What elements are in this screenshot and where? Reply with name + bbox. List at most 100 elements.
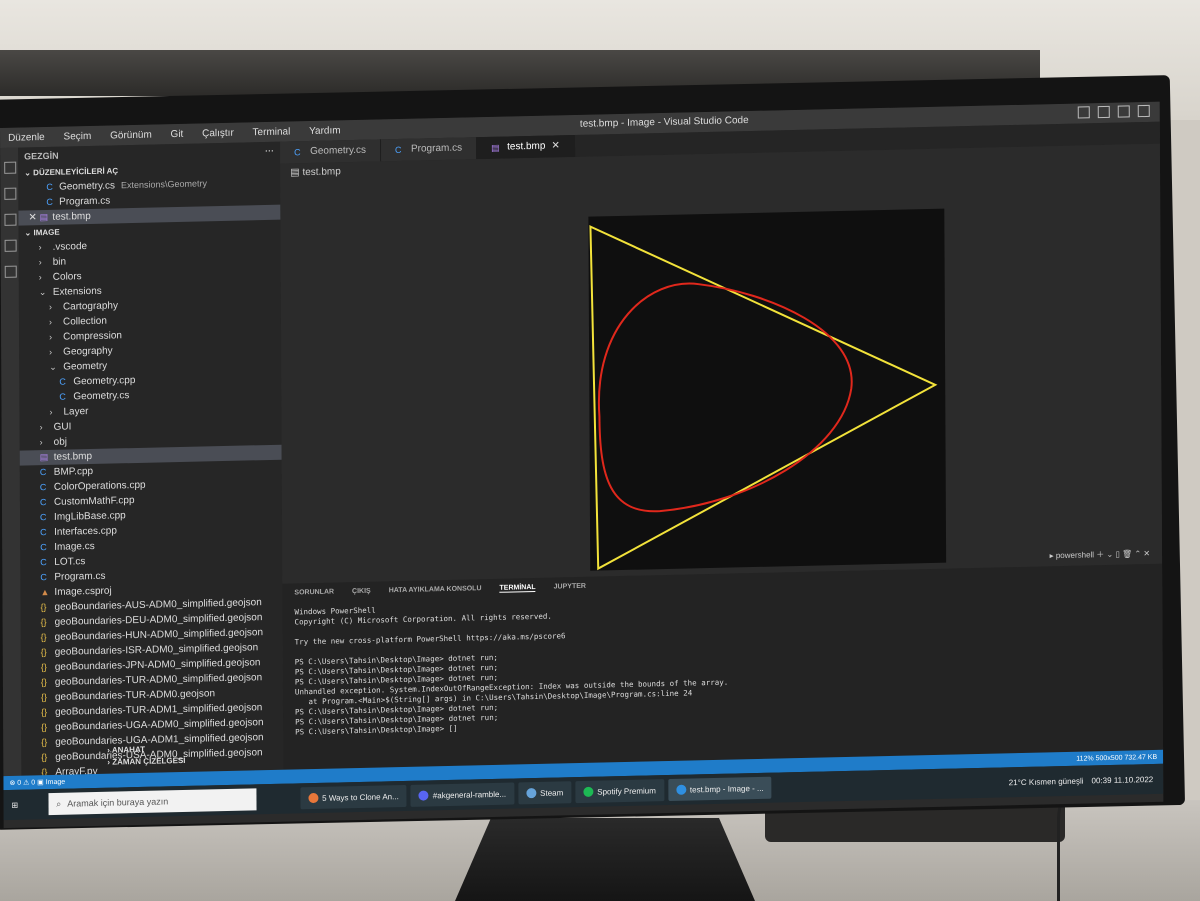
close-icon[interactable]: ✕ [28, 212, 36, 223]
tree-item-label: Geometry [63, 360, 108, 373]
taskbar-app-label: #akgeneral-ramble... [432, 789, 507, 800]
tree-item-label: Image.csproj [54, 585, 112, 598]
tree-item-label: Extensions [52, 285, 102, 298]
menu-item[interactable]: Terminal [253, 126, 291, 138]
terminal-output[interactable]: Windows PowerShell Copyright (C) Microsof… [282, 584, 1162, 742]
tab-output[interactable]: ÇIKIŞ [352, 588, 371, 596]
csharp-icon: C [46, 196, 53, 207]
json-file-icon: {} [40, 617, 47, 628]
taskbar-app-label: test.bmp - Image - ... [689, 783, 764, 795]
chevron-icon: ⌄ [38, 286, 47, 298]
chevron-icon: › [48, 316, 53, 327]
tree-item-label: ImgLibBase.cpp [54, 510, 126, 523]
taskbar-app-button[interactable]: #akgeneral-ramble... [410, 782, 515, 807]
bottom-panel: ▸ powershell ＋ ⌄ ▯ 🗑 ⌃ ✕ SORUNLAR ÇIKIŞ … [282, 549, 1164, 770]
json-file-icon: {} [41, 737, 48, 748]
taskbar-app-label: Steam [540, 787, 564, 798]
tab-jupyter[interactable]: JUPYTER [554, 583, 586, 592]
source-control-icon[interactable] [4, 213, 17, 226]
csharp-icon: C [59, 391, 66, 402]
csharp-icon: C [40, 527, 47, 538]
taskbar-app-button[interactable]: Steam [518, 781, 572, 805]
tab-test-bmp[interactable]: ▤ test.bmp ✕ [477, 134, 575, 160]
app-icon [526, 788, 537, 799]
tree-item-label: geoBoundaries-TUR-ADM0_simplified.geojso… [54, 672, 263, 688]
tree-item-label: GUI [53, 421, 72, 433]
tab-program-cs[interactable]: C Program.cs [380, 137, 478, 162]
menu-item[interactable]: Görünüm [110, 129, 152, 141]
menu-item[interactable]: Düzenle [8, 131, 45, 143]
chevron-icon: › [38, 272, 42, 283]
window-controls [1077, 104, 1150, 119]
csharp-icon: C [40, 557, 47, 568]
tab-geometry-cs[interactable]: C Geometry.cs [280, 139, 382, 164]
close-icon[interactable]: ✕ [551, 135, 560, 157]
layout-icon[interactable] [1117, 105, 1130, 118]
tree-item-label: Cartography [62, 300, 118, 313]
tree-item-label: Image.cs [54, 540, 95, 553]
chevron-icon: › [49, 406, 53, 417]
taskbar-app-button[interactable]: 5 Ways to Clone An... [300, 784, 407, 810]
chevron-icon: ⌄ [49, 361, 57, 372]
menu-item[interactable]: Git [171, 128, 184, 139]
image-editor: ▤ test.bmp [280, 143, 1163, 584]
json-file-icon: {} [41, 752, 48, 763]
json-file-icon: {} [40, 632, 47, 643]
menu-item[interactable]: Yardım [309, 125, 341, 137]
explorer-sidebar: GEZGİN ··· ⌄ DÜZENLEYİCİLERİ AÇ C Geomet… [18, 141, 284, 778]
csharp-icon: C [40, 572, 47, 583]
csharp-icon: C [59, 376, 66, 387]
tab-debug-console[interactable]: HATA AYIKLAMA KONSOLU [389, 585, 482, 595]
project-file-icon: ▲ [40, 586, 50, 598]
image-file-icon: ▤ [491, 142, 500, 153]
menu-item[interactable]: Çalıştır [202, 127, 234, 139]
tree-item-label: BMP.cpp [53, 465, 94, 478]
system-tray: 21°C Kısmen güneşli 00:39 11.10.2022 [1009, 774, 1164, 787]
terminal-shell-indicator[interactable]: ▸ powershell ＋ ⌄ ▯ 🗑 ⌃ ✕ [1050, 548, 1151, 561]
chevron-icon: › [49, 346, 53, 357]
remote-icon[interactable] [4, 265, 17, 278]
tree-item-label: Collection [62, 315, 107, 328]
csharp-icon: C [394, 144, 402, 156]
extensions-icon[interactable] [4, 239, 17, 252]
layout-icon[interactable] [1077, 106, 1090, 119]
image-file-icon: ▤ [39, 211, 49, 223]
status-left[interactable]: ⊗ 0 ⚠ 0 ▣ Image [9, 778, 65, 787]
tree-item-label: ColorOperations.cpp [53, 479, 146, 493]
explorer-title: GEZGİN [24, 150, 59, 162]
chevron-icon: › [39, 422, 43, 433]
csharp-icon: C [39, 467, 47, 478]
menu-item[interactable]: Seçim [63, 130, 91, 142]
files-icon[interactable] [4, 161, 17, 174]
layout-icon[interactable] [1097, 105, 1110, 119]
clock[interactable]: 00:39 11.10.2022 [1092, 775, 1154, 785]
taskbar-search[interactable]: ⌕ Aramak için buraya yazın [48, 788, 257, 816]
chevron-icon: › [48, 301, 52, 312]
taskbar-apps: 5 Ways to Clone An... #akgeneral-ramble..… [296, 776, 772, 810]
triangle-shape [589, 225, 938, 571]
csharp-icon: C [46, 181, 53, 192]
tree-item-label: Geometry.cpp [73, 374, 136, 388]
json-file-icon: {} [40, 677, 47, 688]
windows-start-icon[interactable]: ⊞ [12, 800, 19, 809]
taskbar-app-button[interactable]: Spotify Premium [575, 779, 664, 804]
tab-terminal[interactable]: TERMİNAL [499, 583, 536, 593]
weather-text[interactable]: 21°C Kısmen güneşli [1009, 776, 1084, 787]
tab-problems[interactable]: SORUNLAR [294, 589, 334, 598]
more-actions-icon[interactable]: ··· [265, 146, 274, 156]
taskbar-app-label: Spotify Premium [597, 785, 656, 797]
search-icon[interactable] [4, 187, 17, 200]
tree-item-label: Layer [63, 406, 89, 418]
tree-item-label: LOT.cs [54, 556, 86, 568]
screen: Düzenle Seçim Görünüm Git Çalıştır Termi… [0, 101, 1164, 829]
app-icon [583, 786, 594, 797]
json-file-icon: {} [40, 662, 47, 673]
tree-item-label: Geography [63, 345, 113, 358]
bitmap-canvas [589, 225, 938, 571]
taskbar-app-button[interactable]: test.bmp - Image - ... [667, 776, 772, 802]
chevron-icon: › [49, 331, 53, 342]
chevron-icon: › [38, 242, 42, 253]
timeline-header[interactable]: › ZAMAN ÇİZELGESİ [101, 753, 191, 770]
layout-icon[interactable] [1137, 104, 1150, 118]
csharp-icon: C [39, 497, 47, 508]
